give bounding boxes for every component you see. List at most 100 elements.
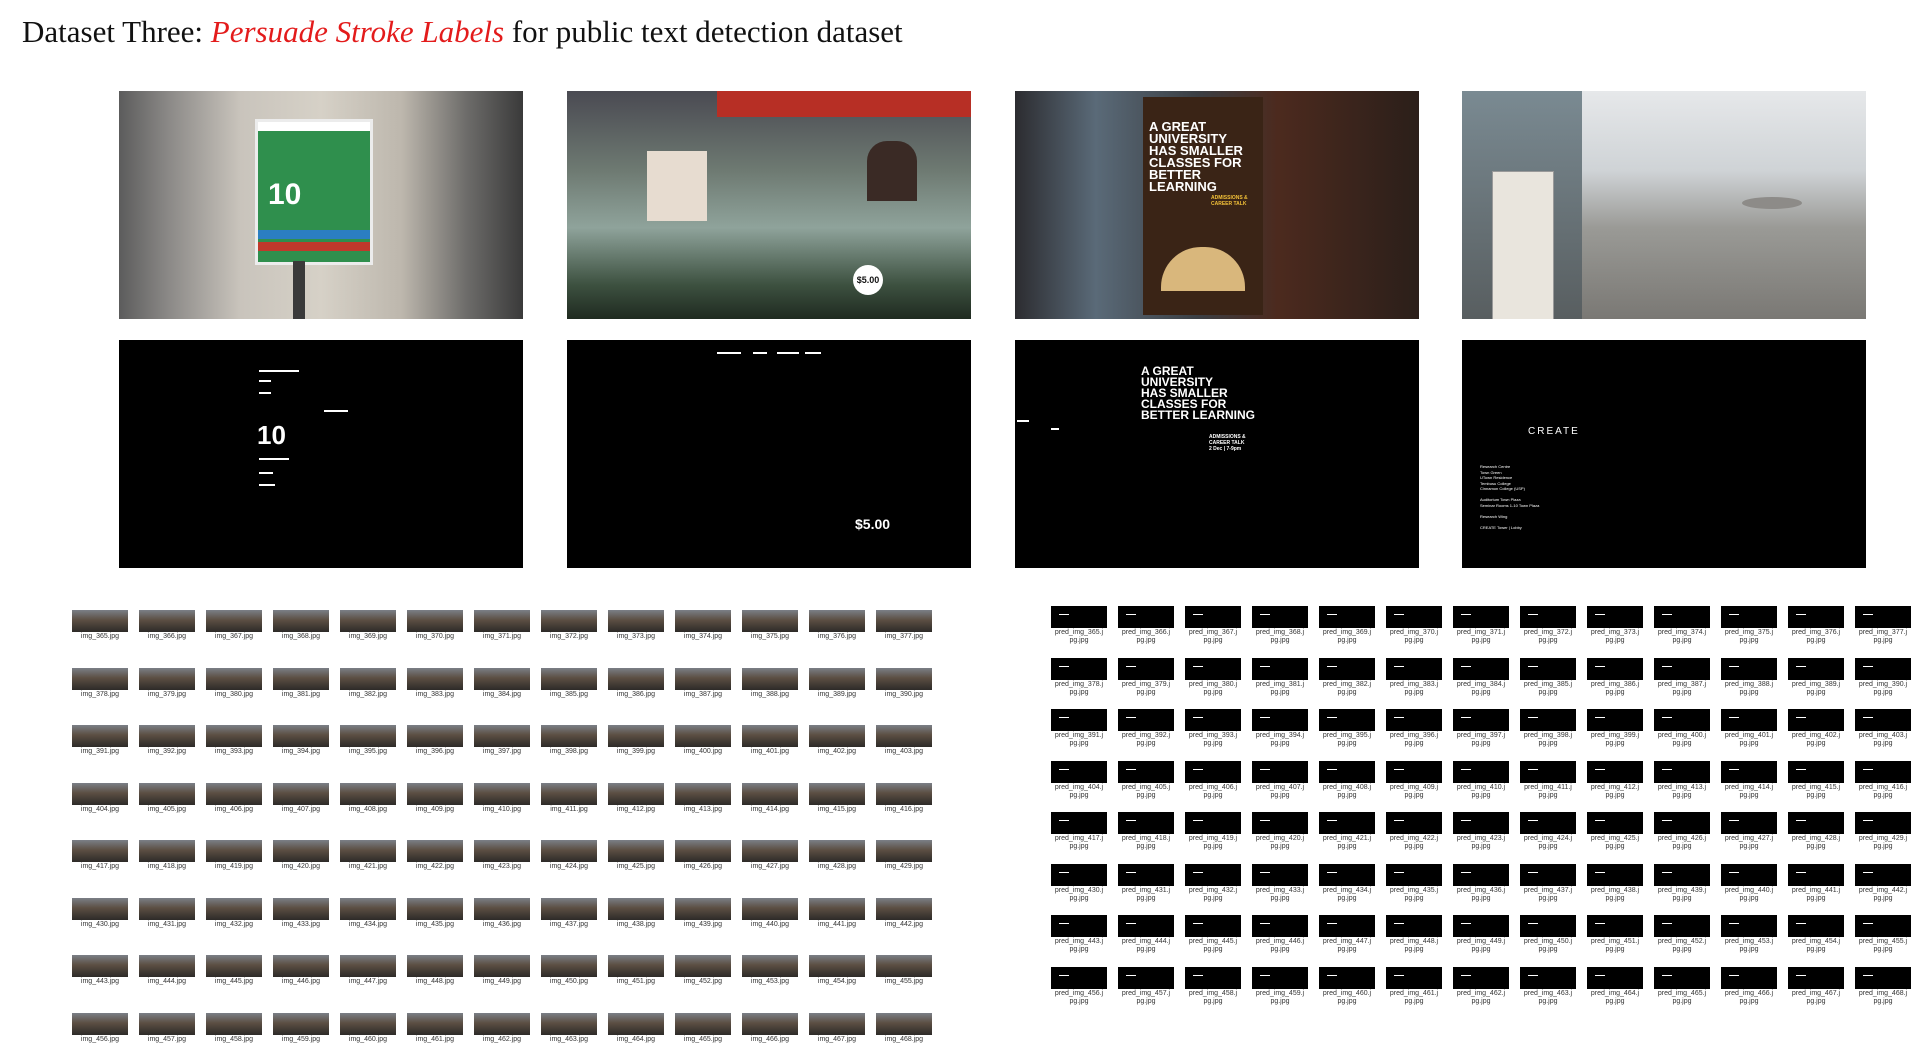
image-thumbnail[interactable]: img_369.jpg: [338, 610, 398, 641]
image-thumbnail[interactable]: img_451.jpg: [606, 955, 666, 986]
image-thumbnail[interactable]: img_416.jpg: [874, 782, 934, 814]
image-thumbnail[interactable]: img_456.jpg: [70, 1012, 130, 1044]
image-thumbnail[interactable]: img_454.jpg: [807, 955, 867, 986]
image-thumbnail[interactable]: img_428.jpg: [807, 840, 867, 871]
prediction-thumbnail[interactable]: pred_img_435.j pg.jpg: [1384, 863, 1444, 903]
image-thumbnail[interactable]: img_375.jpg: [740, 610, 800, 641]
prediction-thumbnail[interactable]: pred_img_429.j pg.jpg: [1853, 812, 1913, 851]
image-thumbnail[interactable]: img_398.jpg: [539, 725, 599, 756]
image-thumbnail[interactable]: img_378.jpg: [70, 667, 130, 699]
image-thumbnail[interactable]: img_461.jpg: [405, 1012, 465, 1044]
image-thumbnail[interactable]: img_425.jpg: [606, 840, 666, 871]
prediction-thumbnail[interactable]: pred_img_376.j pg.jpg: [1786, 606, 1846, 645]
prediction-thumbnail[interactable]: pred_img_406.j pg.jpg: [1183, 760, 1243, 800]
prediction-thumbnail[interactable]: pred_img_395.j pg.jpg: [1317, 709, 1377, 748]
image-thumbnail[interactable]: img_395.jpg: [338, 725, 398, 756]
image-thumbnail[interactable]: img_438.jpg: [606, 897, 666, 929]
prediction-thumbnail[interactable]: pred_img_366.j pg.jpg: [1116, 606, 1176, 645]
image-thumbnail[interactable]: img_408.jpg: [338, 782, 398, 814]
image-thumbnail[interactable]: img_410.jpg: [472, 782, 532, 814]
image-thumbnail[interactable]: img_367.jpg: [204, 610, 264, 641]
image-thumbnail[interactable]: img_386.jpg: [606, 667, 666, 699]
image-thumbnail[interactable]: img_429.jpg: [874, 840, 934, 871]
prediction-thumbnail[interactable]: pred_img_390.j pg.jpg: [1853, 657, 1913, 697]
prediction-thumbnail[interactable]: pred_img_463.j pg.jpg: [1518, 966, 1578, 1006]
prediction-thumbnail[interactable]: pred_img_404.j pg.jpg: [1049, 760, 1109, 800]
image-thumbnail[interactable]: img_436.jpg: [472, 897, 532, 929]
image-thumbnail[interactable]: img_453.jpg: [740, 955, 800, 986]
image-thumbnail[interactable]: img_414.jpg: [740, 782, 800, 814]
image-thumbnail[interactable]: img_366.jpg: [137, 610, 197, 641]
image-thumbnail[interactable]: img_462.jpg: [472, 1012, 532, 1044]
prediction-thumbnail[interactable]: pred_img_424.j pg.jpg: [1518, 812, 1578, 851]
prediction-thumbnail[interactable]: pred_img_438.j pg.jpg: [1585, 863, 1645, 903]
prediction-thumbnail[interactable]: pred_img_405.j pg.jpg: [1116, 760, 1176, 800]
prediction-thumbnail[interactable]: pred_img_434.j pg.jpg: [1317, 863, 1377, 903]
prediction-thumbnail[interactable]: pred_img_396.j pg.jpg: [1384, 709, 1444, 748]
prediction-thumbnail[interactable]: pred_img_431.j pg.jpg: [1116, 863, 1176, 903]
prediction-thumbnail[interactable]: pred_img_464.j pg.jpg: [1585, 966, 1645, 1006]
prediction-thumbnail[interactable]: pred_img_383.j pg.jpg: [1384, 657, 1444, 697]
prediction-thumbnail[interactable]: pred_img_458.j pg.jpg: [1183, 966, 1243, 1006]
image-thumbnail[interactable]: img_466.jpg: [740, 1012, 800, 1044]
prediction-thumbnail[interactable]: pred_img_439.j pg.jpg: [1652, 863, 1712, 903]
image-thumbnail[interactable]: img_394.jpg: [271, 725, 331, 756]
prediction-thumbnail[interactable]: pred_img_414.j pg.jpg: [1719, 760, 1779, 800]
prediction-thumbnail[interactable]: pred_img_373.j pg.jpg: [1585, 606, 1645, 645]
prediction-thumbnail[interactable]: pred_img_391.j pg.jpg: [1049, 709, 1109, 748]
prediction-thumbnail[interactable]: pred_img_388.j pg.jpg: [1719, 657, 1779, 697]
prediction-thumbnail[interactable]: pred_img_446.j pg.jpg: [1250, 915, 1310, 954]
image-thumbnail[interactable]: img_465.jpg: [673, 1012, 733, 1044]
prediction-thumbnail[interactable]: pred_img_408.j pg.jpg: [1317, 760, 1377, 800]
image-thumbnail[interactable]: img_405.jpg: [137, 782, 197, 814]
image-thumbnail[interactable]: img_443.jpg: [70, 955, 130, 986]
prediction-thumbnail[interactable]: pred_img_432.j pg.jpg: [1183, 863, 1243, 903]
prediction-thumbnail[interactable]: pred_img_382.j pg.jpg: [1317, 657, 1377, 697]
image-thumbnail[interactable]: img_433.jpg: [271, 897, 331, 929]
image-thumbnail[interactable]: img_430.jpg: [70, 897, 130, 929]
prediction-thumbnail[interactable]: pred_img_407.j pg.jpg: [1250, 760, 1310, 800]
prediction-thumbnail[interactable]: pred_img_394.j pg.jpg: [1250, 709, 1310, 748]
image-thumbnail[interactable]: img_419.jpg: [204, 840, 264, 871]
prediction-thumbnail[interactable]: pred_img_456.j pg.jpg: [1049, 966, 1109, 1006]
prediction-thumbnail[interactable]: pred_img_380.j pg.jpg: [1183, 657, 1243, 697]
prediction-thumbnail[interactable]: pred_img_371.j pg.jpg: [1451, 606, 1511, 645]
prediction-thumbnail[interactable]: pred_img_437.j pg.jpg: [1518, 863, 1578, 903]
prediction-thumbnail[interactable]: pred_img_384.j pg.jpg: [1451, 657, 1511, 697]
prediction-thumbnail[interactable]: pred_img_453.j pg.jpg: [1719, 915, 1779, 954]
image-thumbnail[interactable]: img_381.jpg: [271, 667, 331, 699]
prediction-thumbnail[interactable]: pred_img_370.j pg.jpg: [1384, 606, 1444, 645]
image-thumbnail[interactable]: img_383.jpg: [405, 667, 465, 699]
prediction-thumbnail[interactable]: pred_img_451.j pg.jpg: [1585, 915, 1645, 954]
image-thumbnail[interactable]: img_442.jpg: [874, 897, 934, 929]
prediction-thumbnail[interactable]: pred_img_416.j pg.jpg: [1853, 760, 1913, 800]
image-thumbnail[interactable]: img_380.jpg: [204, 667, 264, 699]
image-thumbnail[interactable]: img_406.jpg: [204, 782, 264, 814]
prediction-thumbnail[interactable]: pred_img_393.j pg.jpg: [1183, 709, 1243, 748]
prediction-thumbnail[interactable]: pred_img_449.j pg.jpg: [1451, 915, 1511, 954]
image-thumbnail[interactable]: img_365.jpg: [70, 610, 130, 641]
prediction-thumbnail[interactable]: pred_img_368.j pg.jpg: [1250, 606, 1310, 645]
image-thumbnail[interactable]: img_374.jpg: [673, 610, 733, 641]
image-thumbnail[interactable]: img_372.jpg: [539, 610, 599, 641]
image-thumbnail[interactable]: img_377.jpg: [874, 610, 934, 641]
image-thumbnail[interactable]: img_396.jpg: [405, 725, 465, 756]
image-thumbnail[interactable]: img_449.jpg: [472, 955, 532, 986]
image-thumbnail[interactable]: img_409.jpg: [405, 782, 465, 814]
image-thumbnail[interactable]: img_431.jpg: [137, 897, 197, 929]
image-thumbnail[interactable]: img_399.jpg: [606, 725, 666, 756]
image-thumbnail[interactable]: img_385.jpg: [539, 667, 599, 699]
image-thumbnail[interactable]: img_390.jpg: [874, 667, 934, 699]
prediction-thumbnail[interactable]: pred_img_369.j pg.jpg: [1317, 606, 1377, 645]
prediction-thumbnail[interactable]: pred_img_427.j pg.jpg: [1719, 812, 1779, 851]
image-thumbnail[interactable]: img_463.jpg: [539, 1012, 599, 1044]
prediction-thumbnail[interactable]: pred_img_447.j pg.jpg: [1317, 915, 1377, 954]
prediction-thumbnail[interactable]: pred_img_468.j pg.jpg: [1853, 966, 1913, 1006]
image-thumbnail[interactable]: img_445.jpg: [204, 955, 264, 986]
prediction-thumbnail[interactable]: pred_img_401.j pg.jpg: [1719, 709, 1779, 748]
prediction-thumbnail[interactable]: pred_img_457.j pg.jpg: [1116, 966, 1176, 1006]
prediction-thumbnail[interactable]: pred_img_415.j pg.jpg: [1786, 760, 1846, 800]
image-thumbnail[interactable]: img_435.jpg: [405, 897, 465, 929]
image-thumbnail[interactable]: img_415.jpg: [807, 782, 867, 814]
prediction-thumbnail[interactable]: pred_img_378.j pg.jpg: [1049, 657, 1109, 697]
